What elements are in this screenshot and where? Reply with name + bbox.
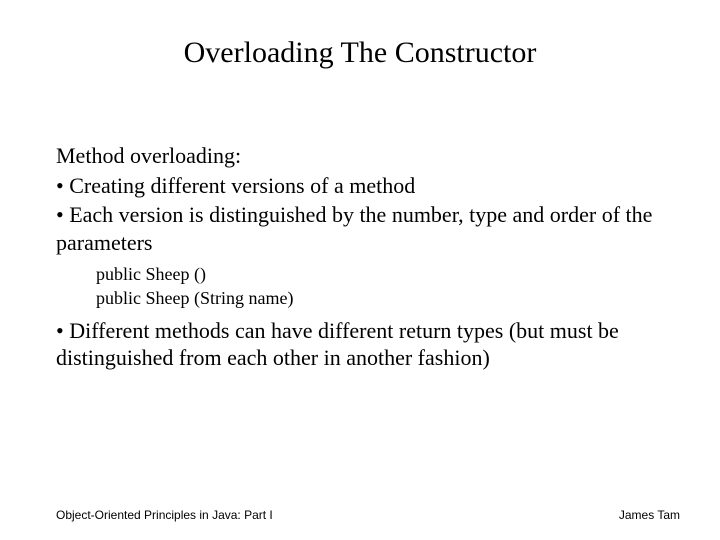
code-block: public Sheep () public Sheep (String nam… xyxy=(96,262,680,311)
bullet-2: • Each version is distinguished by the n… xyxy=(56,201,680,256)
footer-left: Object-Oriented Principles in Java: Part… xyxy=(56,508,273,522)
slide: Overloading The Constructor Method overl… xyxy=(0,0,720,540)
bullet-3: • Different methods can have different r… xyxy=(56,317,680,372)
slide-footer: Object-Oriented Principles in Java: Part… xyxy=(56,508,680,522)
slide-title: Overloading The Constructor xyxy=(0,36,720,70)
slide-body: Method overloading: • Creating different… xyxy=(56,142,680,374)
body-intro: Method overloading: xyxy=(56,142,680,170)
footer-right: James Tam xyxy=(619,508,680,522)
code-line-1: public Sheep () xyxy=(96,262,680,286)
bullet-1: • Creating different versions of a metho… xyxy=(56,172,680,200)
code-line-2: public Sheep (String name) xyxy=(96,286,680,310)
